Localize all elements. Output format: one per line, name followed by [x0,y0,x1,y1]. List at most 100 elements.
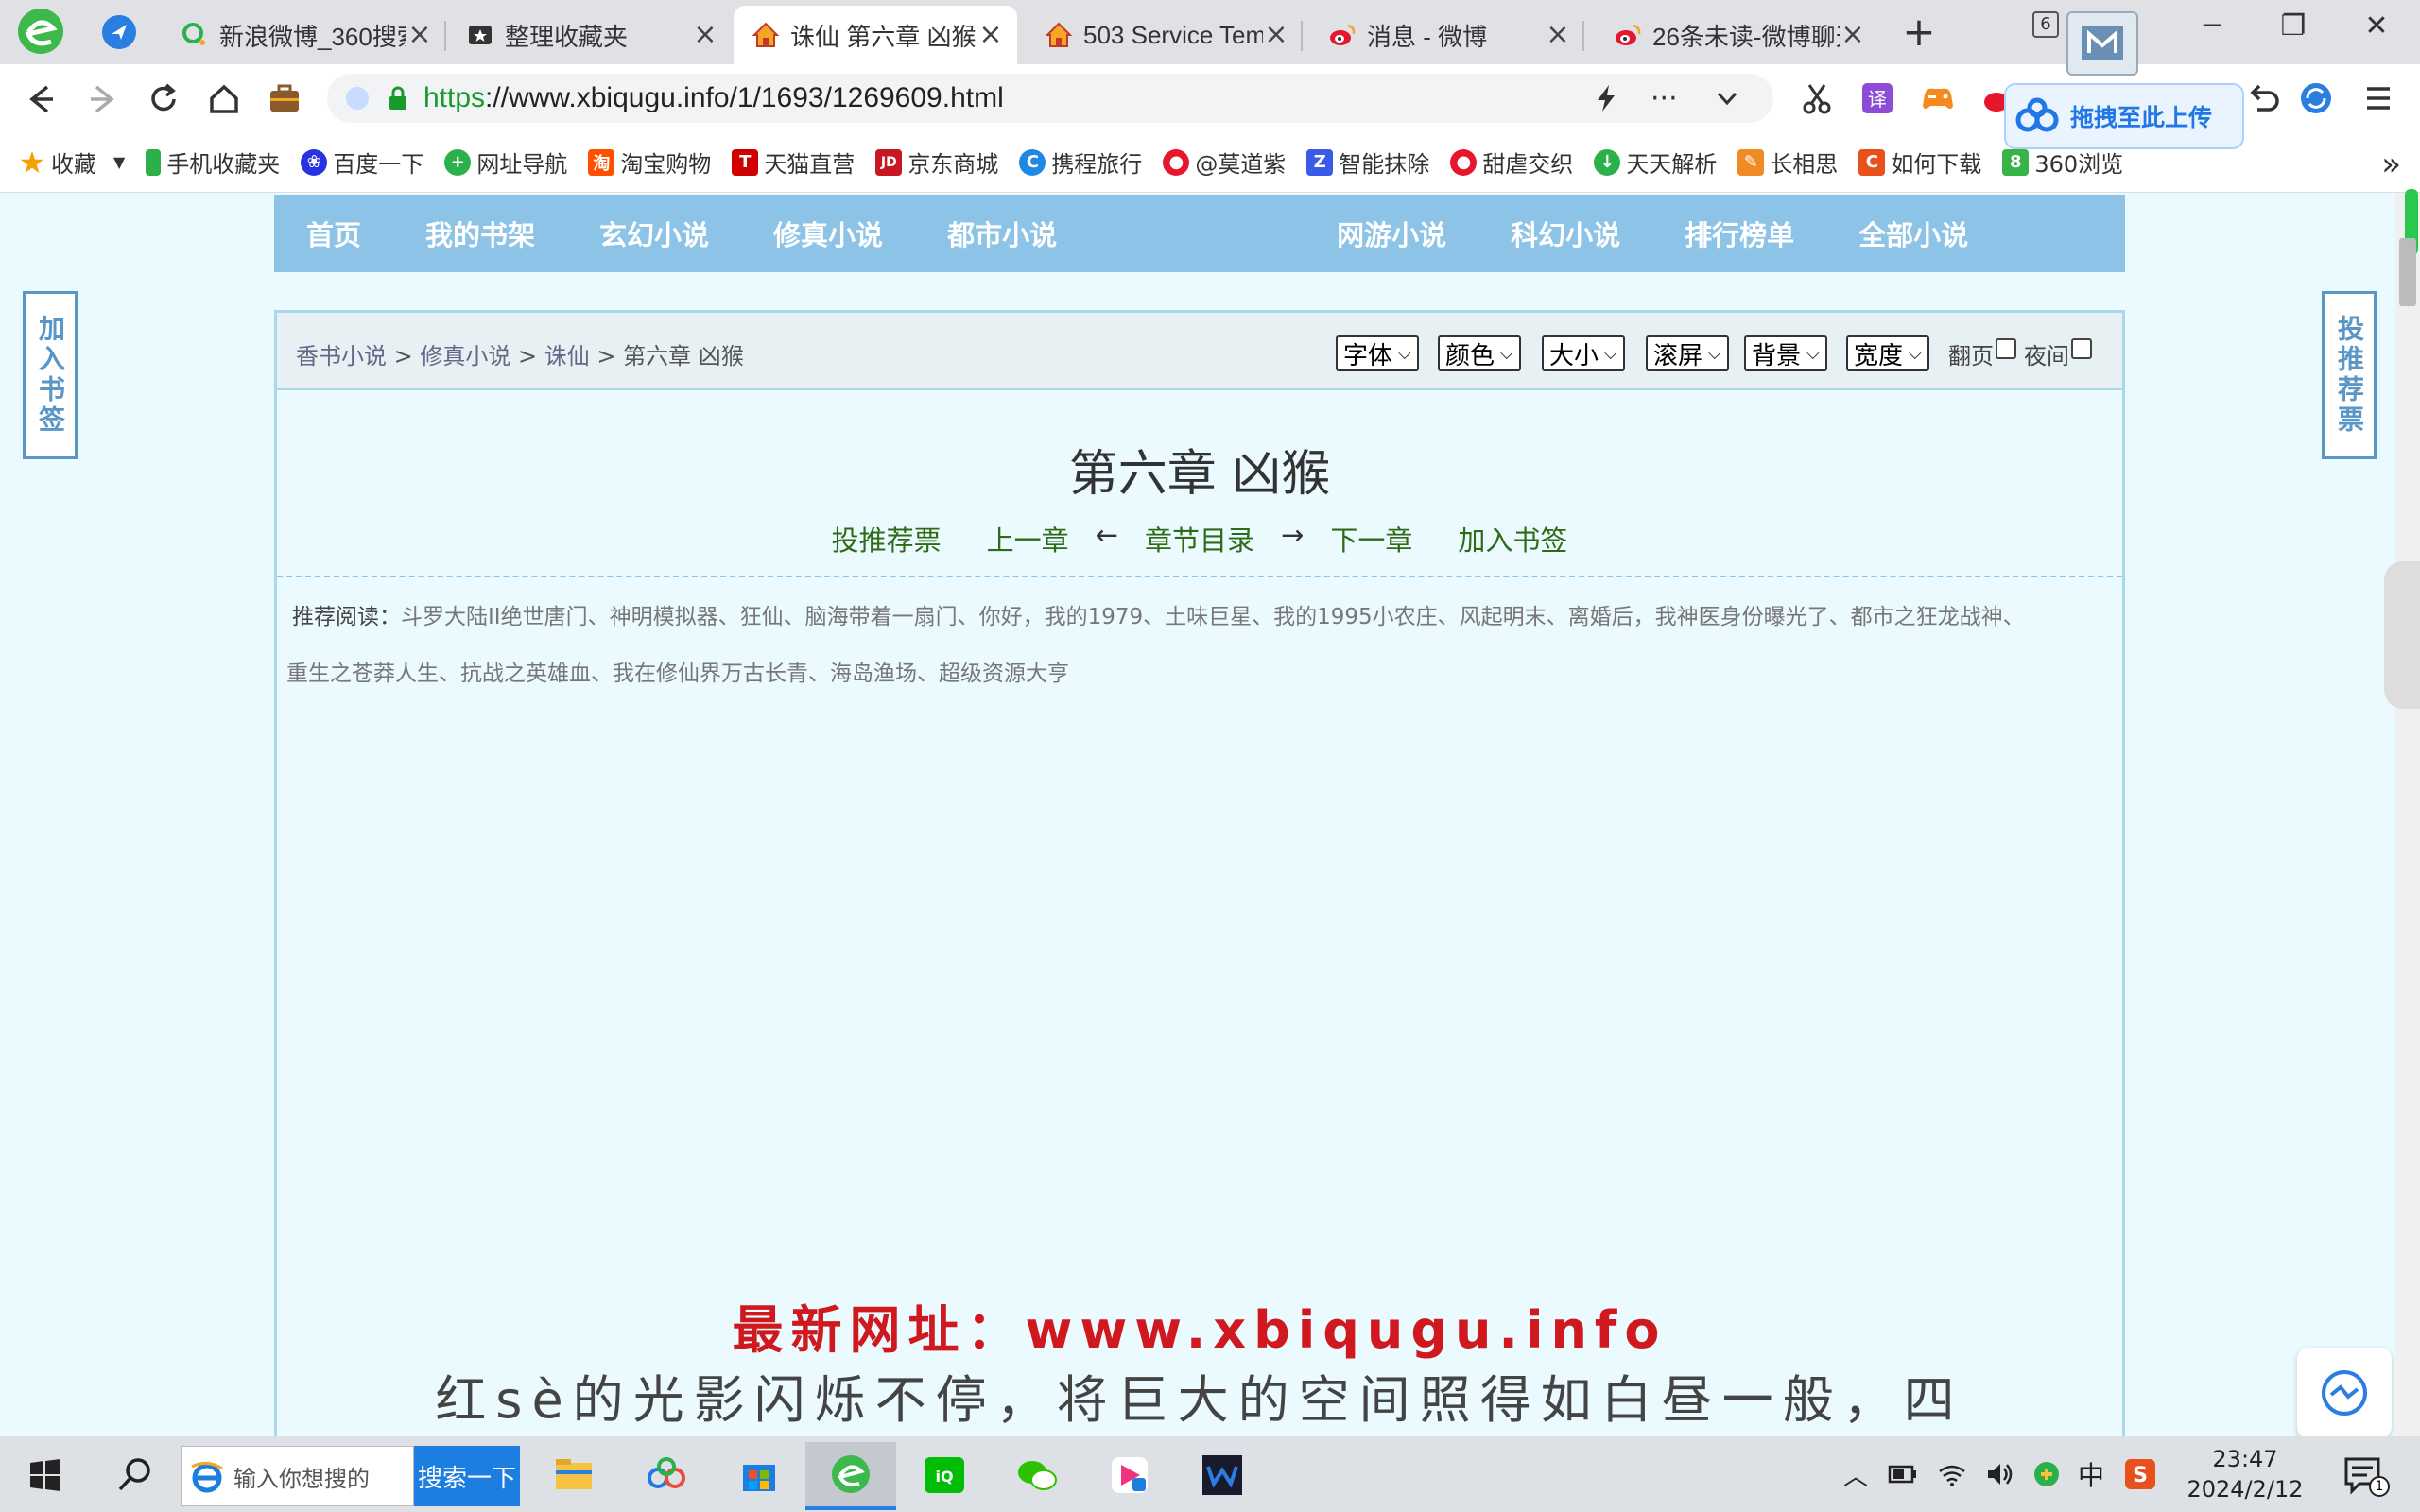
translate-icon[interactable]: 译 [1858,79,1896,117]
vote-link[interactable]: 投推荐票 [832,519,942,558]
bookmark-item[interactable]: Z 智能抹除 [1306,146,1429,179]
cloud-drive-app-icon[interactable] [639,1448,694,1503]
bookmark-item[interactable]: JD 京东商城 [875,146,998,179]
search-icon[interactable] [108,1448,163,1503]
close-icon[interactable]: × [692,21,718,49]
bookmark-item[interactable]: ↓ 天天解析 [1594,146,1717,179]
taskbar-search-input[interactable]: 输入你想搜的 [182,1446,414,1506]
home-icon[interactable] [202,77,246,121]
tab-count-badge[interactable]: 6 [2032,11,2059,38]
nav-item[interactable]: 玄幻小说 [599,214,709,253]
file-explorer-icon[interactable] [546,1448,601,1503]
recommend-list[interactable]: 重生之苍莽人生、抗战之英雄血、我在修仙界万古长青、海岛渔场、超级资源大亨 [286,645,2111,702]
more-bookmarks-icon[interactable]: » [2381,146,2401,183]
nav-item[interactable]: 网游小说 [1337,214,1446,253]
nav-item[interactable]: 修真小说 [773,214,883,253]
scissors-icon[interactable] [1798,79,1836,117]
tab-6[interactable]: 26条未读-微博聊天 × [1596,6,1879,64]
background-select[interactable]: 背景 ⌵ [1744,335,1827,371]
more-icon[interactable]: ··· [1651,82,1678,115]
close-window-button[interactable]: ✕ [2348,8,2405,45]
nav-item[interactable]: 我的书架 [425,214,535,253]
close-icon[interactable]: × [1840,21,1866,49]
restore-button[interactable]: ❐ [2265,8,2322,45]
size-select[interactable]: 大小 ⌵ [1542,335,1625,371]
taskbar-search-button[interactable]: 搜索一下 [414,1446,520,1506]
add-bookmark-side-button[interactable]: 加入书签 [23,291,78,459]
page-flip-checkbox[interactable] [1996,337,2016,359]
recommend-list[interactable]: 斗罗大陆II绝世唐门、神明模拟器、狂仙、脑海带着一扇门、你好，我的1979、土味… [401,605,2025,629]
bookmark-item[interactable]: + 网址导航 [444,146,567,179]
tab-thumbnail[interactable] [2066,11,2138,76]
forward-icon[interactable] [81,77,125,121]
bookmark-item[interactable]: ✎ 长相思 [1737,146,1838,179]
scrollbar[interactable] [2395,193,2420,1436]
briefcase-icon[interactable] [263,77,306,121]
bookmark-item[interactable]: 手机收藏夹 [146,146,280,179]
bookmark-favorites[interactable]: ★ 收藏 ▼ [19,145,126,180]
windows-start-icon[interactable] [17,1448,72,1503]
cloud-upload-drop-button[interactable]: 拖拽至此上传 [2004,83,2244,149]
scrollbar-thumb[interactable] [2399,238,2416,306]
nav-item[interactable]: 首页 [306,214,361,253]
notification-button[interactable]: 1 [2341,1453,2390,1497]
color-select[interactable]: 颜色 ⌵ [1438,335,1521,371]
nav-item[interactable]: 全部小说 [1858,214,1968,253]
nav-item[interactable]: 排行榜单 [1685,214,1794,253]
security-360-icon[interactable] [2031,1458,2063,1490]
night-mode-checkbox[interactable] [2071,337,2092,359]
chevron-down-icon[interactable] [1713,84,1741,112]
tab-5[interactable]: 消息 - 微博 × [1310,6,1584,64]
scroll-select[interactable]: 滚屏 ⌵ [1646,335,1729,371]
close-icon[interactable]: × [1263,21,1289,49]
next-chapter-link[interactable]: 下一章 [1330,519,1412,558]
wifi-icon[interactable] [1936,1458,1968,1490]
wechat-icon[interactable] [1010,1448,1064,1503]
tab-3[interactable]: 诛仙 第六章 凶猴 × [734,6,1017,64]
floating-assistant-button[interactable] [2297,1348,2392,1438]
battery-icon[interactable] [1887,1458,1919,1490]
url-field[interactable]: https://www.xbiqugu.info/1/1693/1269609.… [327,74,1773,123]
tab-2[interactable]: 整理收藏夹 × [448,6,732,64]
vote-side-button[interactable]: 投推荐票 [2322,291,2377,459]
caret-down-icon[interactable]: ▼ [113,153,125,171]
ime-indicator[interactable]: 中 [2078,1455,2104,1493]
page-flip-toggle[interactable]: 翻页 [1948,337,2016,370]
lock-icon[interactable] [384,84,412,112]
nav-item[interactable]: 科幻小说 [1511,214,1620,253]
new-tab-button[interactable]: + [1900,12,1938,52]
clock[interactable]: 23:47 2024/2/12 [2184,1444,2307,1504]
back-icon[interactable] [19,77,62,121]
store-icon[interactable] [732,1448,786,1503]
bookmark-item[interactable]: ● @莫道紫 [1163,146,1286,179]
chevron-up-icon[interactable]: ︿ [1843,1457,1868,1492]
lightning-icon[interactable] [1590,82,1622,114]
close-icon[interactable]: × [1545,21,1571,49]
add-bookmark-link[interactable]: 加入书签 [1458,519,1567,558]
close-icon[interactable]: × [406,21,433,49]
close-icon[interactable]: × [977,21,1004,49]
reload-icon[interactable] [142,77,185,121]
tab-1[interactable]: 新浪微博_360搜索 × [163,6,446,64]
menu-icon[interactable] [2360,79,2397,117]
site-info-icon[interactable] [346,87,369,110]
taskbar-browser-active[interactable] [805,1442,896,1506]
breadcrumb-link[interactable]: 香书小说 [296,343,387,369]
side-panel-handle[interactable] [2384,561,2420,709]
gamepad-icon[interactable] [1919,79,1957,117]
tab-4[interactable]: 503 Service Temporarily × [1027,6,1303,64]
night-mode-toggle[interactable]: 夜间 [2024,337,2092,370]
font-select[interactable]: 字体 ⌵ [1336,335,1419,371]
breadcrumb-link[interactable]: 诛仙 [544,343,590,369]
bookmark-item[interactable]: C 如何下载 [1858,146,1981,179]
wps-icon[interactable] [1195,1448,1250,1503]
navigation-pin-icon[interactable] [100,13,138,51]
youku-icon[interactable] [1102,1448,1157,1503]
bookmark-item[interactable]: 8 360浏览 [2002,146,2123,179]
bookmark-item[interactable]: 淘淘宝购物 [588,146,711,179]
toc-link[interactable]: 章节目录 [1145,519,1254,558]
prev-chapter-link[interactable]: 上一章 [987,519,1069,558]
sync-icon[interactable] [2297,79,2335,117]
volume-icon[interactable] [1983,1458,2015,1490]
nav-item[interactable]: 都市小说 [947,214,1057,253]
